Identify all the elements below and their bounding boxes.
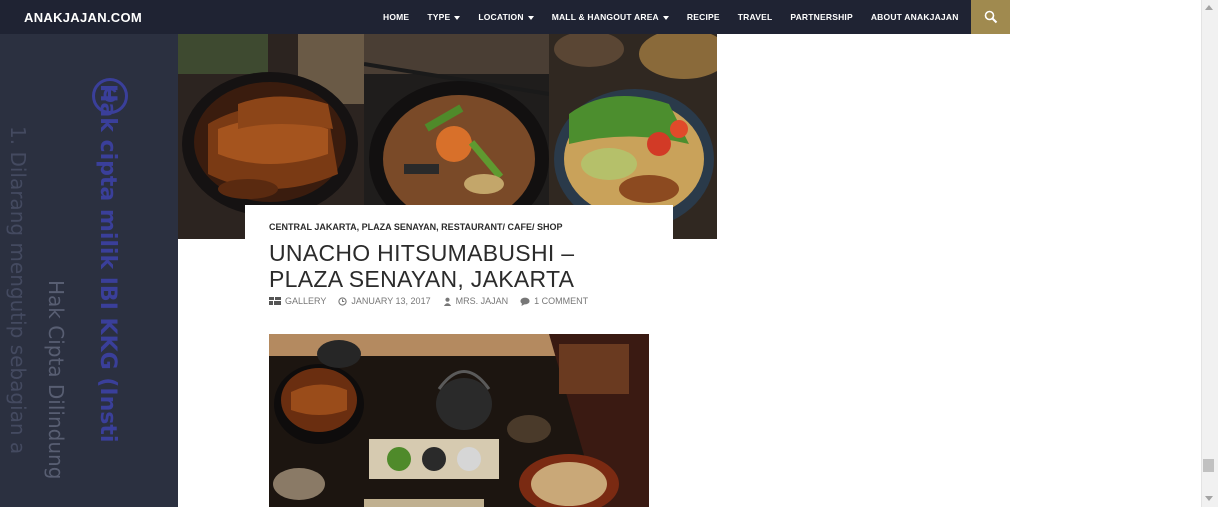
clock-icon [338,296,347,306]
post-title[interactable]: UNACHO HITSUMABUSHI – PLAZA SENAYAN, JAK… [269,240,649,292]
chevron-down-icon [662,15,669,20]
watermark-line-3: Hak Cipta Dilindung [44,280,68,480]
nav-about[interactable]: ABOUT ANAKJAJAN [862,12,968,22]
nav-location[interactable]: LOCATION [469,12,542,22]
comment-icon [520,297,530,306]
nav-mall-hangout[interactable]: MALL & HANGOUT AREA [543,12,678,22]
post-comments[interactable]: 1 COMMENT [520,296,588,306]
nav-partnership[interactable]: PARTNERSHIP [781,12,862,22]
post-author[interactable]: MRS. JAJAN [443,296,508,306]
scrollbar-thumb[interactable] [1203,459,1214,472]
gallery-icon [269,297,281,305]
post-format[interactable]: GALLERY [269,296,326,306]
search-icon [984,10,997,24]
nav-recipe[interactable]: RECIPE [678,12,729,22]
post-categories[interactable]: CENTRAL JAKARTA, PLAZA SENAYAN, RESTAURA… [269,222,563,232]
search-button[interactable] [971,0,1010,34]
chevron-down-icon [454,15,461,20]
user-icon [443,297,451,306]
post-meta: GALLERY JANUARY 13, 2017 MRS. JAJAN 1 CO… [269,296,588,306]
scroll-down-arrow-icon[interactable] [1205,496,1213,501]
nav-type[interactable]: TYPE [418,12,469,22]
watermark-line-1: 1. Dilarang mengutip sebagian a [6,126,30,455]
post-date[interactable]: JANUARY 13, 2017 [338,296,431,306]
left-sidebar: 1. Dilarang mengutip sebagian a Hak cipt… [0,34,178,507]
nav-travel[interactable]: TRAVEL [729,12,782,22]
site-logo[interactable]: ANAKJAJAN.COM [24,10,142,25]
header-bar: ANAKJAJAN.COM HOME TYPE LOCATION MALL & … [0,0,1010,34]
page-scrollbar[interactable] [1201,0,1218,507]
copyright-icon: C [92,78,128,114]
chevron-down-icon [527,15,534,20]
post-photo-table-spread[interactable] [269,334,649,507]
nav-home[interactable]: HOME [374,12,418,22]
watermark-line-2: Hak cipta milik IBI KKG (Insti [95,84,120,443]
main-nav: HOME TYPE LOCATION MALL & HANGOUT AREA R… [374,0,968,34]
scroll-up-arrow-icon[interactable] [1205,5,1213,10]
